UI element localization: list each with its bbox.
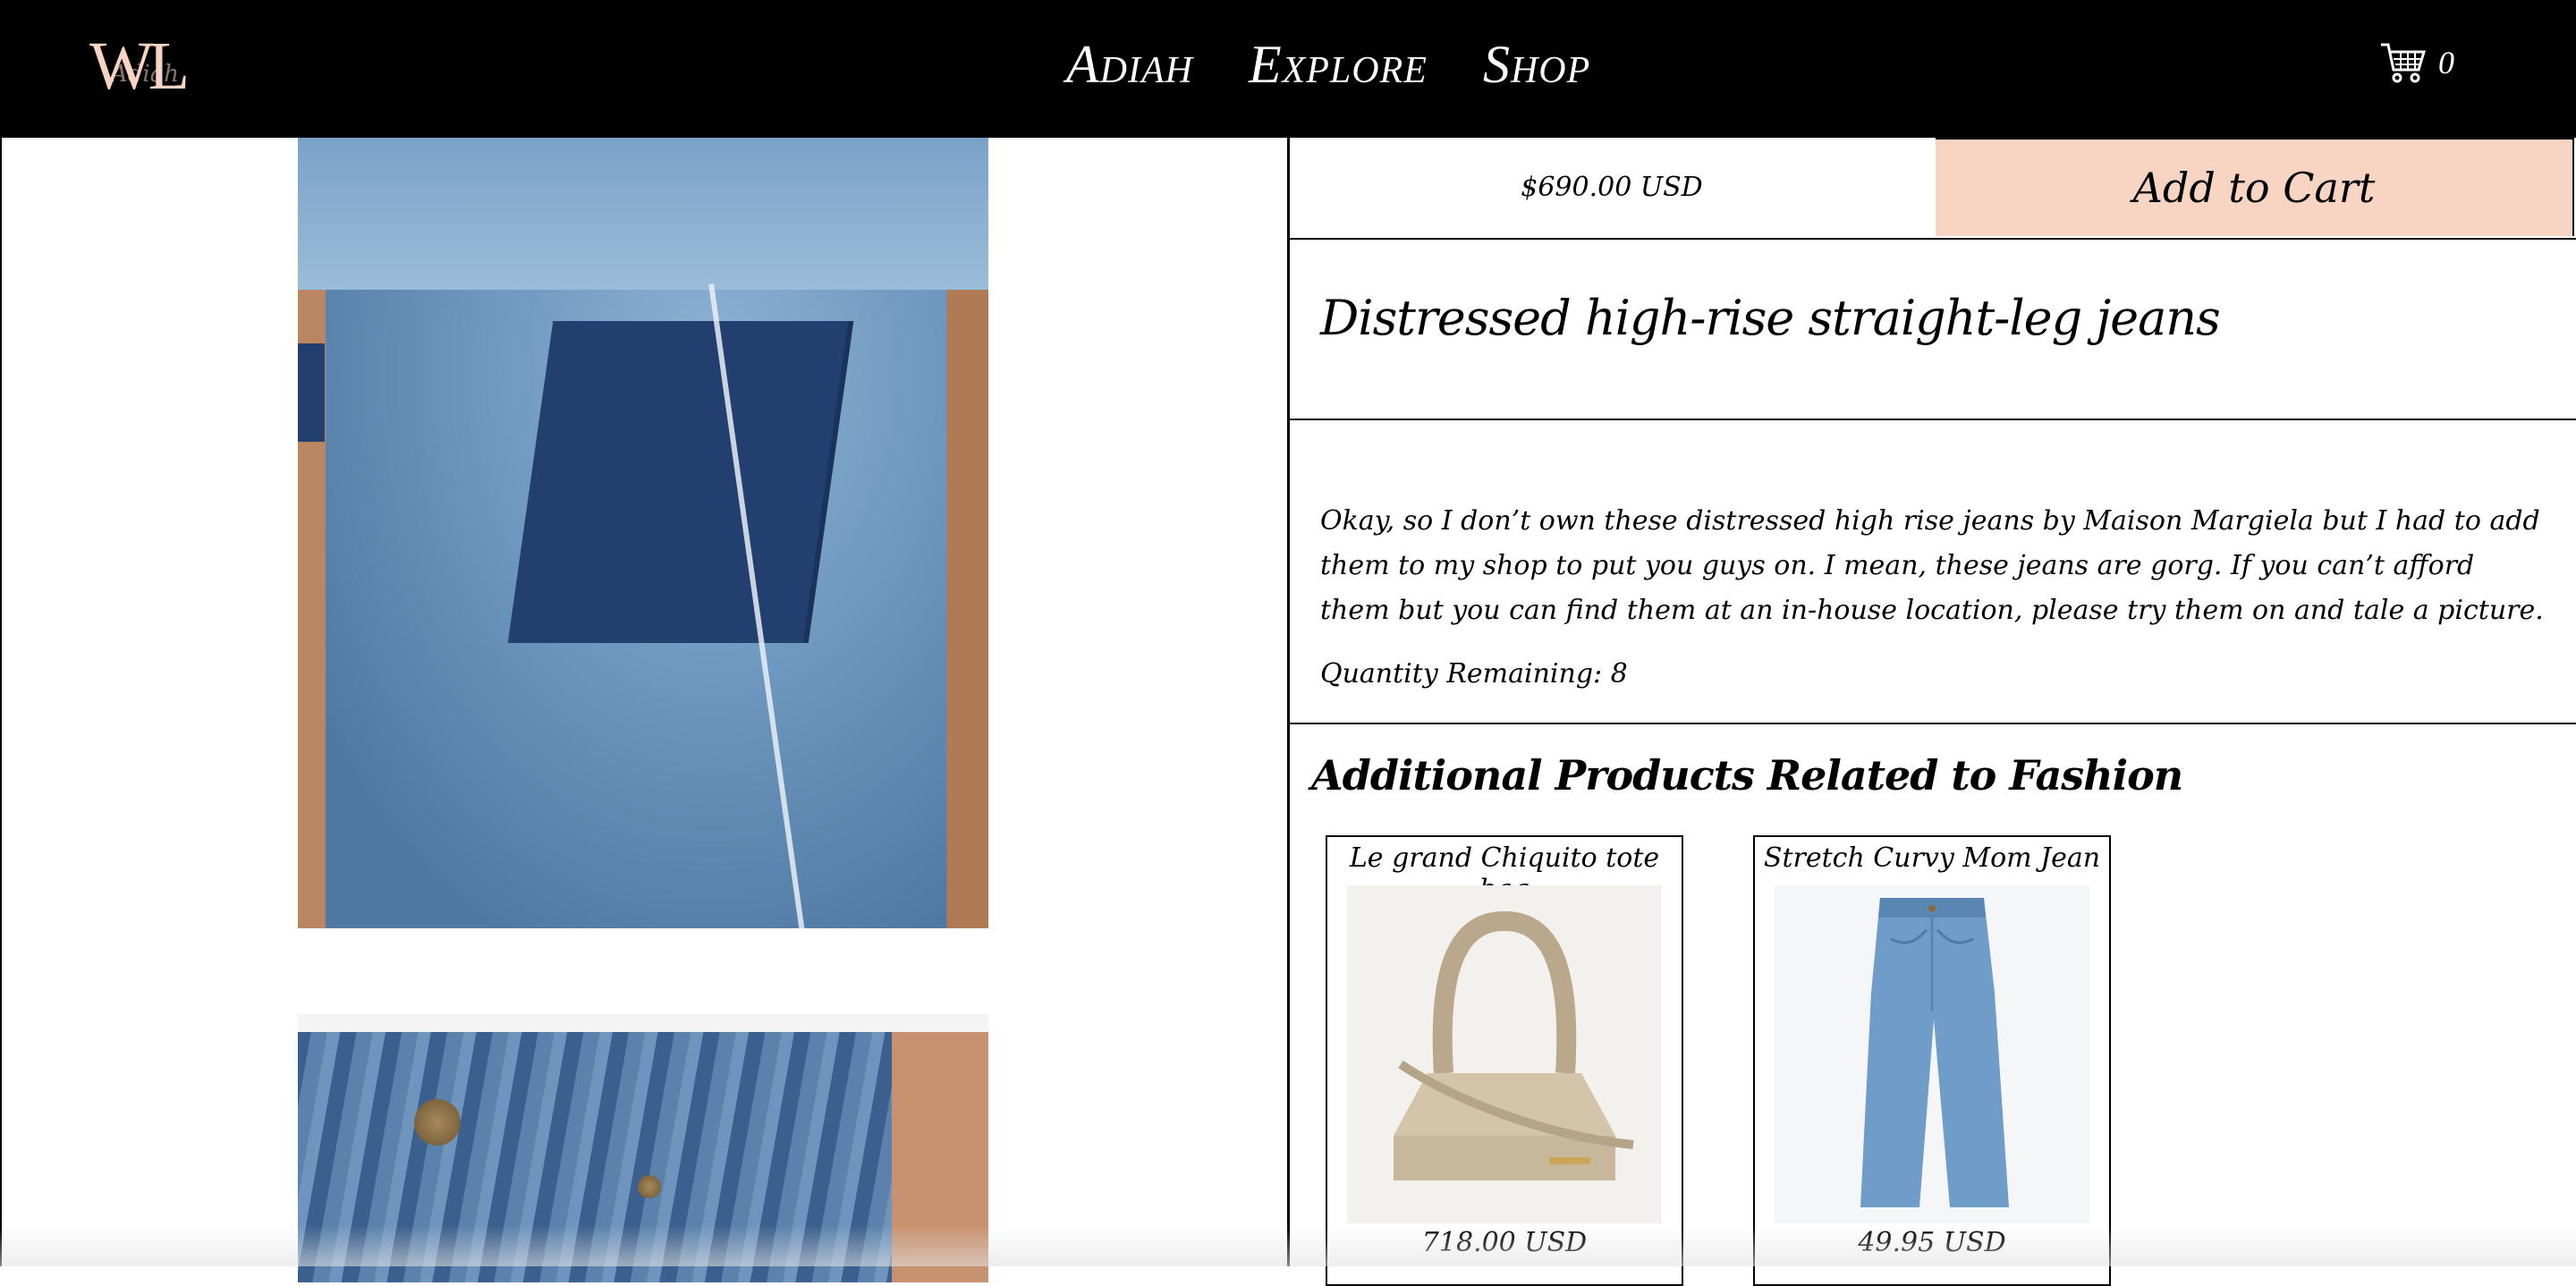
nav-link-explore[interactable]: Explore: [1249, 34, 1428, 96]
product-title: Distressed high-rise straight-leg jeans: [1320, 290, 2221, 346]
page-left-border: [0, 138, 2, 1266]
add-to-cart-button[interactable]: Add to Cart: [1936, 138, 2574, 236]
related-product-name: Stretch Curvy Mom Jean: [1763, 842, 2101, 874]
product-description-row: Okay, so I don’t own these distressed hi…: [1290, 419, 2576, 724]
site-logo[interactable]: WL Adiah: [89, 30, 242, 102]
nav-link-adiah[interactable]: Adiah: [1066, 34, 1193, 96]
related-product-card[interactable]: Stretch Curvy Mom Jean 49.95 USD: [1753, 835, 2111, 1286]
product-description: Okay, so I don’t own these distressed hi…: [1320, 505, 2544, 626]
purchase-row: $690.00 USD Add to Cart: [1290, 138, 2576, 240]
cart-count: 0: [2438, 45, 2454, 80]
product-image-front[interactable]: [298, 1014, 988, 1282]
shopping-cart-icon: [2381, 43, 2426, 83]
related-products-heading: Additional Products Related to Fashion: [1311, 751, 2183, 800]
related-product-price: 49.95 USD: [1858, 1227, 2006, 1258]
jeans-button: [414, 1099, 461, 1146]
related-product-card[interactable]: Le grand Chiquito tote bag 718.00 USD: [1326, 835, 1683, 1286]
related-product-image-mom-jean[interactable]: [1775, 885, 2089, 1223]
jeans-yoke-shape: [298, 138, 988, 290]
tote-bag-image: [1394, 910, 1634, 1180]
product-image-back[interactable]: [298, 138, 988, 928]
related-product-price: 718.00 USD: [1421, 1227, 1588, 1258]
logo-script-text: Adiah: [111, 61, 179, 88]
jeans-pocket-patch: [507, 321, 854, 643]
quantity-remaining: Quantity Remaining: 8: [1320, 658, 1628, 690]
product-price: $690.00 USD: [1521, 172, 1703, 203]
cart-button[interactable]: 0: [2379, 41, 2454, 84]
related-product-image-tote-bag[interactable]: [1347, 885, 1662, 1223]
product-title-row: Distressed high-rise straight-leg jeans: [1290, 238, 2576, 420]
jeans-pocket-left: [298, 343, 325, 442]
jeans-rivet: [638, 1175, 661, 1198]
product-details-panel: $690.00 USD Add to Cart Distressed high-…: [1287, 138, 2576, 1286]
nav-link-shop[interactable]: Shop: [1483, 34, 1590, 96]
mom-jean-image: [1860, 898, 2009, 1207]
main-nav: Adiah Explore Shop: [1066, 34, 1590, 96]
top-navigation-bar: WL Adiah Adiah Explore Shop 0: [0, 0, 2576, 138]
